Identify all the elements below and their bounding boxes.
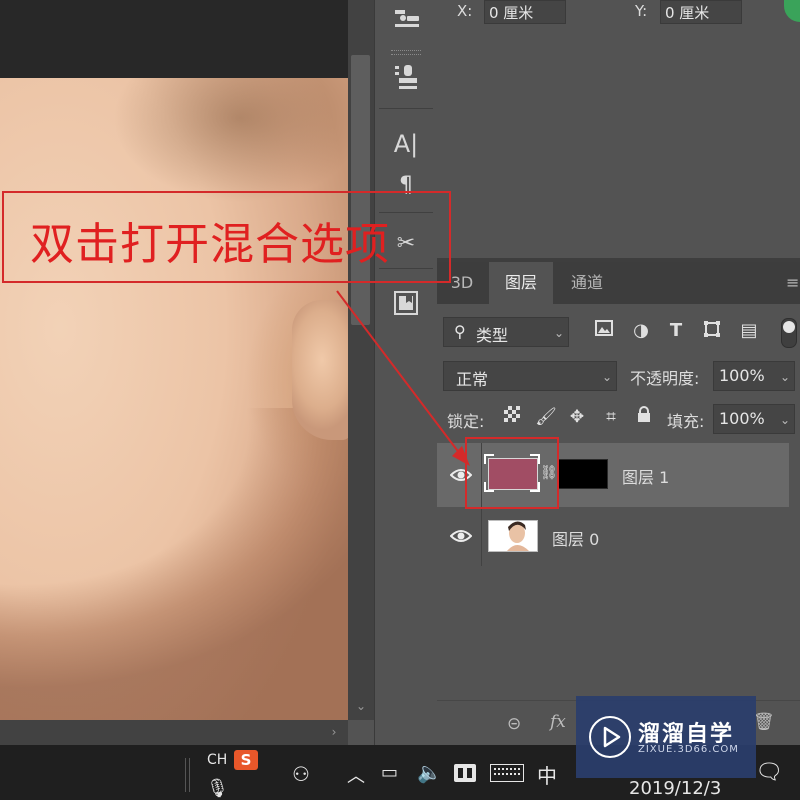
microphone-icon[interactable]: 🎙 bbox=[206, 778, 229, 799]
chevron-down-icon: ⌄ bbox=[780, 413, 791, 427]
link-layers-icon[interactable]: ⊝ bbox=[507, 714, 521, 734]
brush-settings-icon[interactable] bbox=[388, 4, 424, 40]
opacity-field[interactable]: 100% ⌄ bbox=[713, 361, 795, 391]
delete-layer-trash-icon[interactable]: 🗑 bbox=[753, 712, 775, 732]
layer-1-mask-thumbnail[interactable] bbox=[558, 459, 608, 489]
y-label: Y: bbox=[635, 2, 648, 20]
ime-mode-indicator[interactable]: 中 bbox=[537, 760, 557, 789]
lock-transparency-icon[interactable] bbox=[501, 406, 523, 428]
lock-artboard-icon[interactable]: ⌗ bbox=[600, 406, 622, 428]
horizontal-scrollbar[interactable] bbox=[0, 720, 348, 745]
search-icon: ⚲ bbox=[454, 322, 466, 341]
shape-filter-icon[interactable] bbox=[701, 320, 723, 342]
properties-panel: X: 0 厘米 Y: 0 厘米 bbox=[437, 0, 800, 258]
taskbar-date[interactable]: 2019/12/3 bbox=[629, 778, 721, 799]
smart-object-filter-icon[interactable]: ▤ bbox=[738, 320, 760, 342]
chevron-down-icon: ⌄ bbox=[554, 326, 565, 340]
tab-channels[interactable]: 通道 bbox=[555, 262, 619, 304]
eye-column-divider bbox=[481, 508, 482, 566]
layer-filter-select[interactable]: ⚲ 类型 ⌄ bbox=[443, 317, 569, 347]
taskbar-divider bbox=[185, 758, 190, 792]
pixel-filter-icon[interactable] bbox=[593, 320, 615, 342]
y-field[interactable]: 0 厘米 bbox=[660, 0, 742, 24]
thumbnail-highlight-box bbox=[465, 437, 559, 509]
lock-pixels-brush-icon[interactable]: 🖌 bbox=[535, 406, 557, 428]
opacity-label: 不透明度: bbox=[630, 369, 700, 388]
tab-layers[interactable]: 图层 bbox=[489, 262, 553, 304]
lock-label: 锁定: bbox=[447, 412, 485, 431]
fx-icon[interactable]: fx bbox=[550, 712, 566, 732]
character-icon[interactable]: A| bbox=[388, 126, 424, 162]
x-label: X: bbox=[457, 2, 473, 20]
visibility-eye-icon[interactable] bbox=[449, 528, 473, 544]
notification-center-icon[interactable]: 🗨 bbox=[755, 760, 783, 785]
ime-language-indicator[interactable]: CH bbox=[207, 752, 227, 768]
x-field[interactable]: 0 厘米 bbox=[484, 0, 566, 24]
panel-grip[interactable] bbox=[391, 50, 421, 55]
volume-muted-icon[interactable]: 🔈 bbox=[417, 760, 442, 784]
clone-stamp-icon[interactable] bbox=[388, 62, 424, 98]
display-icon[interactable] bbox=[454, 764, 476, 782]
annotation-text: 双击打开混合选项 bbox=[30, 219, 390, 270]
layer-0-name[interactable]: 图层 0 bbox=[552, 526, 599, 550]
chevron-down-icon: ⌄ bbox=[780, 370, 791, 384]
scroll-right-icon[interactable]: › bbox=[326, 724, 342, 740]
layer-1-name[interactable]: 图层 1 bbox=[622, 464, 669, 488]
touch-keyboard-icon[interactable] bbox=[490, 764, 524, 782]
jaw-shading bbox=[0, 408, 348, 720]
opacity-value: 100% bbox=[719, 366, 765, 385]
filter-kind-label: 类型 bbox=[476, 326, 509, 345]
lock-position-move-icon[interactable]: ✥ bbox=[566, 406, 588, 428]
panel-menu-icon[interactable]: ≡ bbox=[786, 262, 800, 304]
scroll-down-icon[interactable]: ⌄ bbox=[352, 697, 370, 715]
vertical-scroll-thumb[interactable] bbox=[351, 55, 370, 325]
portrait-photo bbox=[0, 78, 348, 720]
layer-0-thumbnail[interactable] bbox=[488, 520, 538, 552]
chevron-down-icon: ⌄ bbox=[602, 370, 613, 384]
sogou-ime-logo-icon[interactable]: S bbox=[234, 750, 258, 770]
fill-value: 100% bbox=[719, 409, 765, 428]
document-canvas[interactable] bbox=[0, 0, 348, 745]
navigator-icon[interactable] bbox=[388, 290, 424, 326]
fill-field[interactable]: 100% ⌄ bbox=[713, 404, 795, 434]
battery-icon[interactable]: ▭ bbox=[381, 762, 398, 783]
filter-toggle[interactable] bbox=[781, 318, 797, 348]
type-filter-icon[interactable]: T bbox=[665, 320, 687, 342]
lock-all-icon[interactable] bbox=[633, 406, 655, 428]
adjustment-filter-icon[interactable]: ◑ bbox=[630, 320, 652, 342]
blend-mode-select[interactable]: 正常 ⌄ bbox=[443, 361, 617, 391]
ear-shape bbox=[292, 300, 348, 440]
play-logo-icon bbox=[589, 716, 631, 758]
panel-dock: A| ¶ ✂ bbox=[374, 0, 438, 745]
fill-label: 填充: bbox=[667, 412, 705, 431]
tray-expand-chevron-up-icon[interactable]: ︿ bbox=[347, 762, 365, 788]
people-icon[interactable]: ⚇ bbox=[292, 762, 310, 786]
tool-divider bbox=[379, 108, 433, 109]
blend-mode-value: 正常 bbox=[456, 370, 489, 389]
watermark-url: ZIXUE.3D66.COM bbox=[638, 744, 739, 755]
